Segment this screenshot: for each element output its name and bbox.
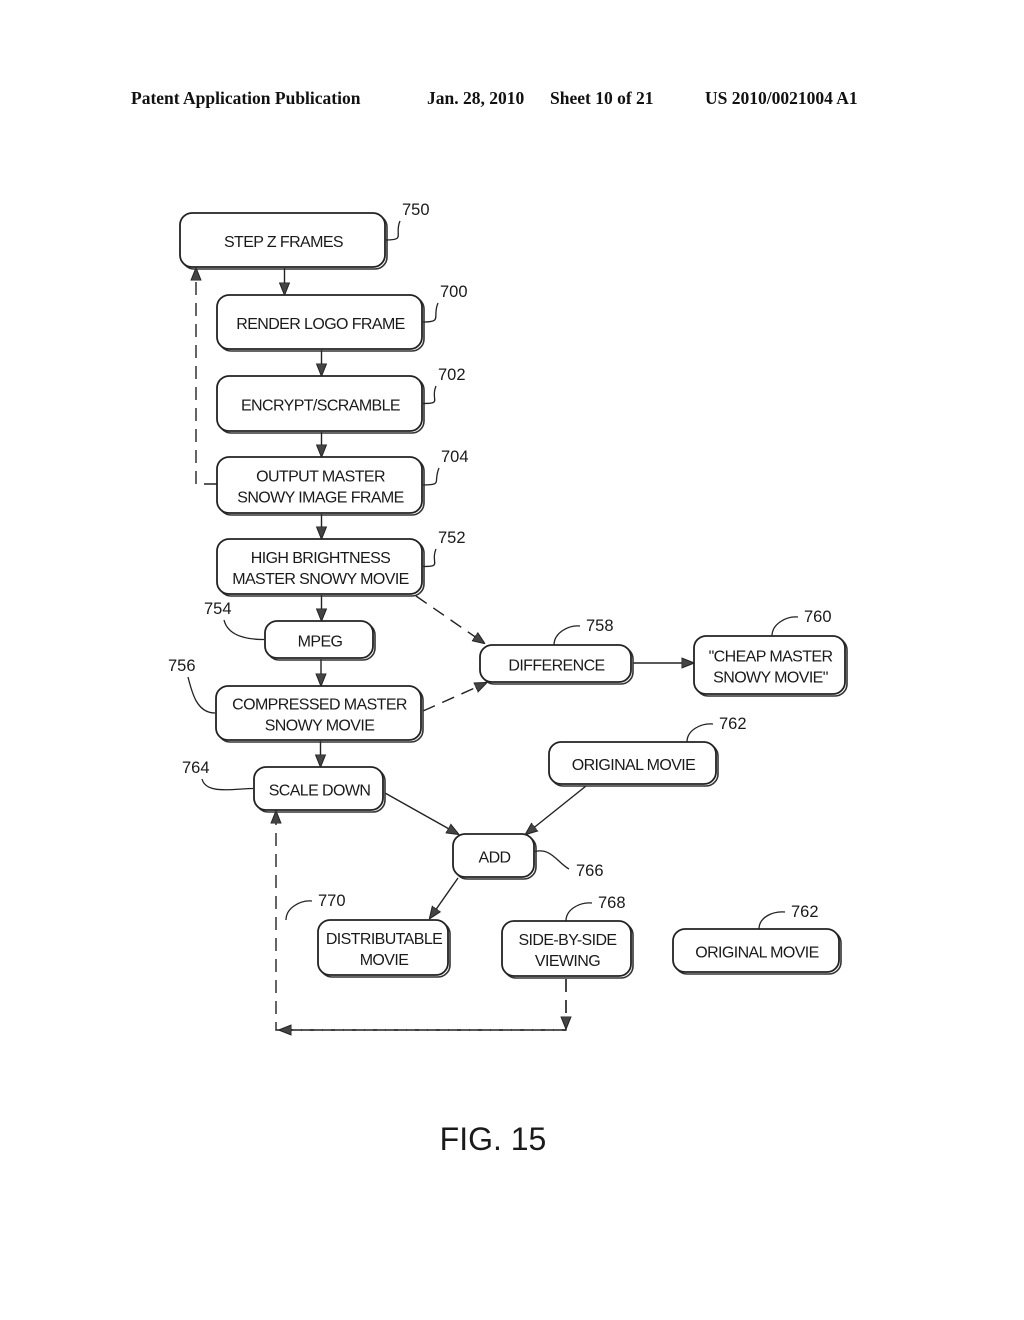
reference-leader xyxy=(686,723,714,743)
edge-add-to-distributable-movie xyxy=(430,877,459,918)
edge-high-brightness-to-difference xyxy=(415,595,484,643)
node-label-line: ENCRYPT/SCRAMBLE xyxy=(241,398,400,415)
node-original-movie-1: ORIGINAL MOVIE xyxy=(548,741,719,787)
reference-numeral: 764 xyxy=(182,759,254,791)
node-label-line: SNOWY MOVIE" xyxy=(713,670,828,687)
reference-numeral: 702 xyxy=(422,366,466,405)
node-cheap-master: "CHEAP MASTER SNOWY MOVIE" xyxy=(693,635,848,697)
reference-numeral: 760 xyxy=(771,608,832,637)
reference-leader xyxy=(223,619,265,641)
node-difference: DIFFERENCE xyxy=(479,644,634,685)
reference-numeral: 768 xyxy=(565,894,626,922)
node-label-line: COMPRESSED MASTER xyxy=(232,697,407,714)
reference-number: 752 xyxy=(438,529,466,547)
reference-numeral: 762 xyxy=(758,903,819,930)
reference-number: 756 xyxy=(168,657,196,675)
node-label-line: SCALE DOWN xyxy=(269,783,371,800)
edge-compressed-master-to-difference xyxy=(422,683,486,712)
node-side-by-side: SIDE-BY-SIDE VIEWING xyxy=(501,920,634,979)
reference-number: 700 xyxy=(440,283,468,301)
node-distributable-movie: DISTRIBUTABLE MOVIE xyxy=(317,919,451,978)
reference-numeral: 750 xyxy=(385,201,430,241)
reference-leader xyxy=(201,778,254,791)
reference-numeral: 756 xyxy=(168,657,216,714)
node-high-brightness: HIGH BRIGHTNESS MASTER SNOWY MOVIE xyxy=(216,538,425,597)
reference-leader xyxy=(385,220,401,241)
node-label-line: HIGH BRIGHTNESS xyxy=(251,550,390,567)
reference-leader xyxy=(422,467,440,486)
node-label-line: STEP Z FRAMES xyxy=(224,234,343,251)
node-label-line: ORIGINAL MOVIE xyxy=(695,945,818,962)
reference-number: 770 xyxy=(318,892,346,910)
node-label-line: DISTRIBUTABLE xyxy=(326,931,442,948)
node-label-line: "CHEAP MASTER xyxy=(709,649,833,666)
node-label-line: MASTER SNOWY MOVIE xyxy=(232,571,408,588)
node-label-line: OUTPUT MASTER xyxy=(256,469,385,486)
reference-numeral: 754 xyxy=(204,600,265,641)
reference-number: 762 xyxy=(791,903,819,921)
reference-number: 766 xyxy=(576,862,604,880)
reference-number: 750 xyxy=(402,201,430,219)
node-add: ADD xyxy=(452,833,537,880)
node-encrypt-scramble: ENCRYPT/SCRAMBLE xyxy=(216,375,425,434)
reference-number: 754 xyxy=(204,600,232,618)
edge-output-master-to-step-z-frames xyxy=(196,269,217,485)
reference-number: 760 xyxy=(804,608,832,626)
reference-numeral: 704 xyxy=(422,448,469,486)
reference-number: 764 xyxy=(182,759,210,777)
reference-leader xyxy=(422,548,437,568)
reference-leader xyxy=(534,850,570,870)
figure-label: FIG. 15 xyxy=(440,1121,547,1157)
node-step-z-frames: STEP Z FRAMES xyxy=(179,212,388,270)
node-label-line: SNOWY MOVIE xyxy=(265,718,375,735)
node-label-line: SIDE-BY-SIDE xyxy=(518,932,616,949)
reference-number: 704 xyxy=(441,448,469,466)
reference-leader xyxy=(187,676,216,714)
node-label-line: DIFFERENCE xyxy=(508,658,604,675)
reference-number: 768 xyxy=(598,894,626,912)
reference-number: 762 xyxy=(719,715,747,733)
reference-leader xyxy=(553,625,581,646)
reference-leader xyxy=(422,302,439,323)
reference-numeral: 762 xyxy=(686,715,747,743)
reference-numeral: 758 xyxy=(553,617,614,646)
node-output-master: OUTPUT MASTER SNOWY IMAGE FRAME xyxy=(216,456,425,516)
reference-numeral: 752 xyxy=(422,529,466,568)
reference-leader xyxy=(758,911,786,930)
node-mpeg: MPEG xyxy=(264,620,376,661)
reference-numeral: 766 xyxy=(534,850,604,880)
reference-leader xyxy=(771,616,799,637)
reference-number: 702 xyxy=(438,366,466,384)
node-scale-down: SCALE DOWN xyxy=(253,766,386,813)
reference-leader xyxy=(565,902,593,922)
node-label-line: VIEWING xyxy=(535,953,600,970)
node-label-line: ADD xyxy=(479,850,511,867)
reference-number: 758 xyxy=(586,617,614,635)
reference-leader xyxy=(285,900,313,921)
reference-numeral: 770 xyxy=(285,892,346,921)
flow-diagram: STEP Z FRAMES 750 RENDER LOGO FRAME 700 ENCR… xyxy=(168,201,848,1157)
node-label-line: RENDER LOGO FRAME xyxy=(236,316,405,333)
node-label-line: MPEG xyxy=(298,634,343,651)
node-compressed-master: COMPRESSED MASTER SNOWY MOVIE xyxy=(215,685,424,743)
node-label-line: ORIGINAL MOVIE xyxy=(572,757,695,774)
node-label-line: SNOWY IMAGE FRAME xyxy=(237,490,403,507)
edge-scale-down-to-add xyxy=(384,792,458,834)
edge-original-movie-1-to-add xyxy=(526,785,587,834)
reference-leader xyxy=(422,385,437,405)
node-label-line: MOVIE xyxy=(360,952,409,969)
node-original-movie-2: ORIGINAL MOVIE xyxy=(672,928,842,975)
node-render-logo-frame: RENDER LOGO FRAME xyxy=(216,294,425,352)
reference-numeral: 700 xyxy=(422,283,468,323)
